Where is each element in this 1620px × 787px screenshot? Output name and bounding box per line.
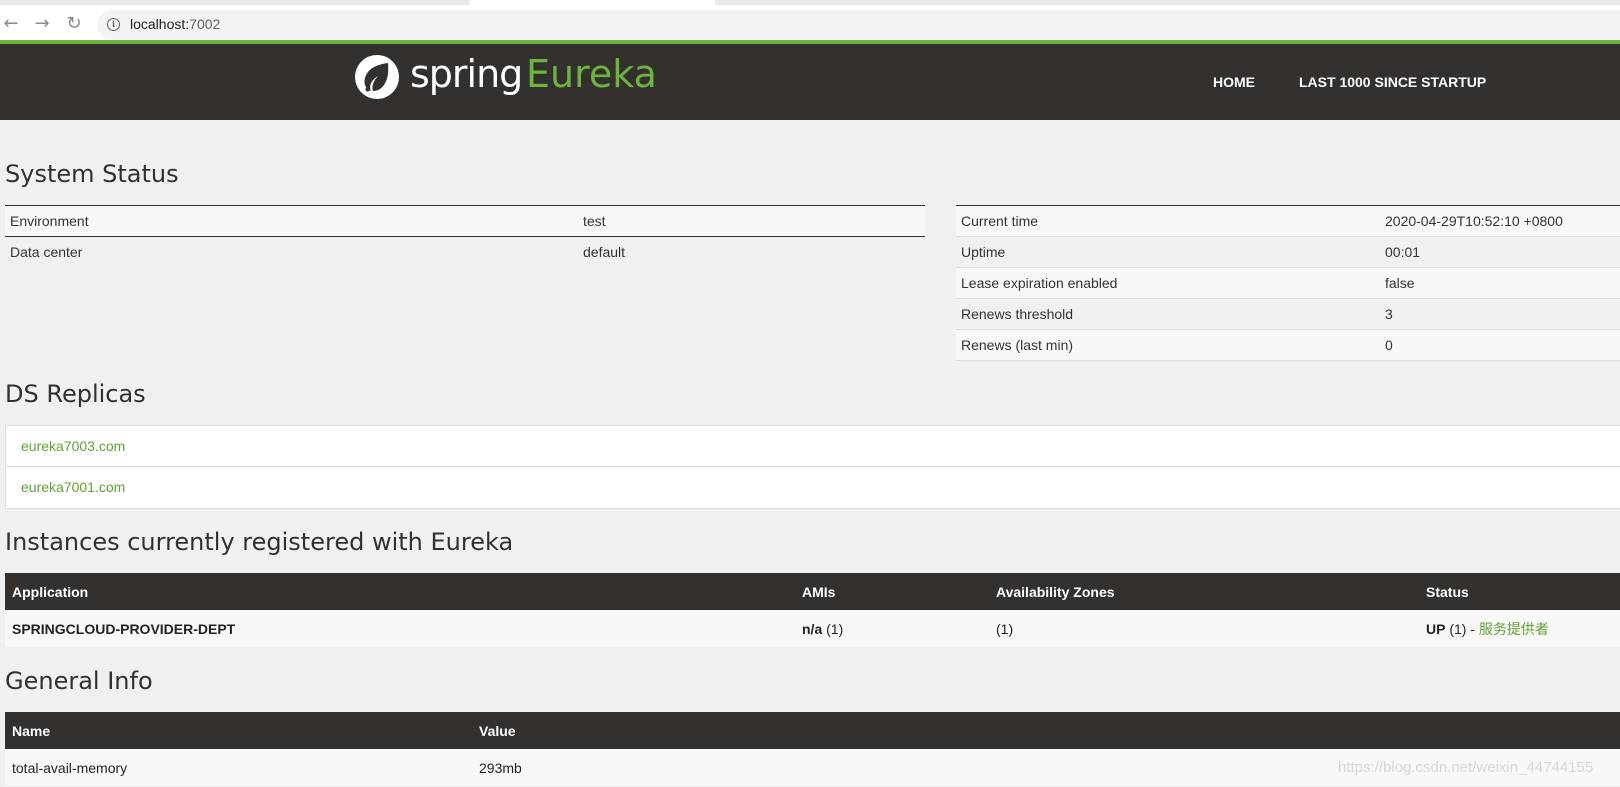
watermark: https://blog.csdn.net/weixin_44744155: [1338, 759, 1594, 776]
status-row: Current time 2020-04-29T10:52:10 +0800: [956, 205, 1620, 237]
active-tab[interactable]: [470, 0, 715, 6]
status-row: Environment test: [5, 205, 925, 237]
replicas-list: eureka7003.com eureka7001.com: [5, 425, 1620, 509]
list-item: eureka7001.com: [6, 467, 1620, 508]
status-value: test: [578, 205, 925, 237]
status-label: Uptime: [956, 236, 1380, 268]
browser-toolbar: ← → ↻ i localhost:7002: [0, 0, 1620, 40]
status-label: Environment: [5, 205, 578, 237]
zones-cell: (1): [989, 610, 1419, 647]
status-label: Current time: [956, 205, 1380, 237]
status-label: Lease expiration enabled: [956, 267, 1380, 299]
status-row: Data center default: [5, 237, 925, 268]
application-name: SPRINGCLOUD-PROVIDER-DEPT: [12, 620, 236, 637]
arrow-left-icon[interactable]: ←: [0, 13, 22, 35]
status-label: Data center: [10, 244, 83, 261]
spring-leaf-icon: [355, 55, 399, 99]
address-url[interactable]: localhost:7002: [130, 16, 220, 32]
amis-cell: n/a (1): [795, 610, 989, 647]
info-icon[interactable]: i: [107, 18, 120, 31]
instance-link[interactable]: 服务提供者: [1479, 621, 1549, 637]
list-item: eureka7003.com: [6, 426, 1620, 467]
status-value: 0: [1380, 329, 1620, 361]
table-row: SPRINGCLOUD-PROVIDER-DEPT n/a (1) (1) UP…: [5, 610, 1620, 647]
instances-heading: Instances currently registered with Eure…: [5, 528, 514, 556]
instances-table: Application AMIs Availability Zones Stat…: [5, 573, 1620, 647]
general-info-heading: General Info: [5, 667, 153, 695]
status-row: Renews (last min) 0: [956, 329, 1620, 361]
status-value: 3: [1380, 298, 1620, 330]
status-row: Renews threshold 3: [956, 298, 1620, 330]
info-name: total-avail-memory: [5, 749, 472, 786]
column-header: Name: [5, 712, 472, 749]
amis-count: (1): [822, 620, 844, 637]
arrow-right-icon[interactable]: →: [31, 13, 53, 35]
status-label: Renews (last min): [956, 329, 1380, 361]
status-value: 2020-04-29T10:52:10 +0800: [1380, 205, 1620, 237]
column-header: AMIs: [795, 573, 989, 610]
site-header: spring Eureka HOME LAST 1000 SINCE START…: [0, 44, 1620, 120]
system-status-left-table: Environment test Data center default: [5, 205, 925, 268]
status-label: Renews threshold: [956, 298, 1380, 330]
status-cell: UP (1) - 服务提供者: [1419, 610, 1620, 647]
replica-link[interactable]: eureka7003.com: [21, 438, 125, 454]
logo-product: Eureka: [526, 52, 657, 96]
status-value: default: [583, 244, 626, 261]
reload-icon[interactable]: ↻: [63, 13, 85, 35]
system-status-right-table: Current time 2020-04-29T10:52:10 +0800 U…: [956, 205, 1620, 361]
system-status-heading: System Status: [5, 160, 179, 188]
nav-home-link[interactable]: HOME: [1213, 74, 1255, 90]
url-port: 7002: [189, 16, 221, 32]
column-header: Availability Zones: [989, 573, 1419, 610]
replica-link[interactable]: eureka7001.com: [21, 479, 125, 495]
status-count: (1) -: [1445, 620, 1479, 637]
status-value: 00:01: [1380, 236, 1620, 268]
column-header: Status: [1419, 573, 1620, 610]
status-row: Uptime 00:01: [956, 236, 1620, 268]
url-host: localhost:: [130, 16, 190, 32]
amis-value: n/a: [802, 620, 823, 637]
logo-text: spring: [410, 52, 523, 96]
status-up: UP: [1426, 620, 1446, 637]
status-value: false: [1380, 267, 1620, 299]
nav-last-1000-link[interactable]: LAST 1000 SINCE STARTUP: [1299, 74, 1486, 90]
table-header-row: Name Value: [5, 712, 1620, 749]
column-header: Application: [5, 573, 795, 610]
status-row: Lease expiration enabled false: [956, 267, 1620, 299]
address-bar[interactable]: i localhost:7002: [97, 10, 1620, 40]
ds-replicas-heading: DS Replicas: [5, 380, 146, 408]
application-cell: SPRINGCLOUD-PROVIDER-DEPT: [5, 610, 795, 647]
column-header: Value: [472, 712, 1620, 749]
table-header-row: Application AMIs Availability Zones Stat…: [5, 573, 1620, 610]
